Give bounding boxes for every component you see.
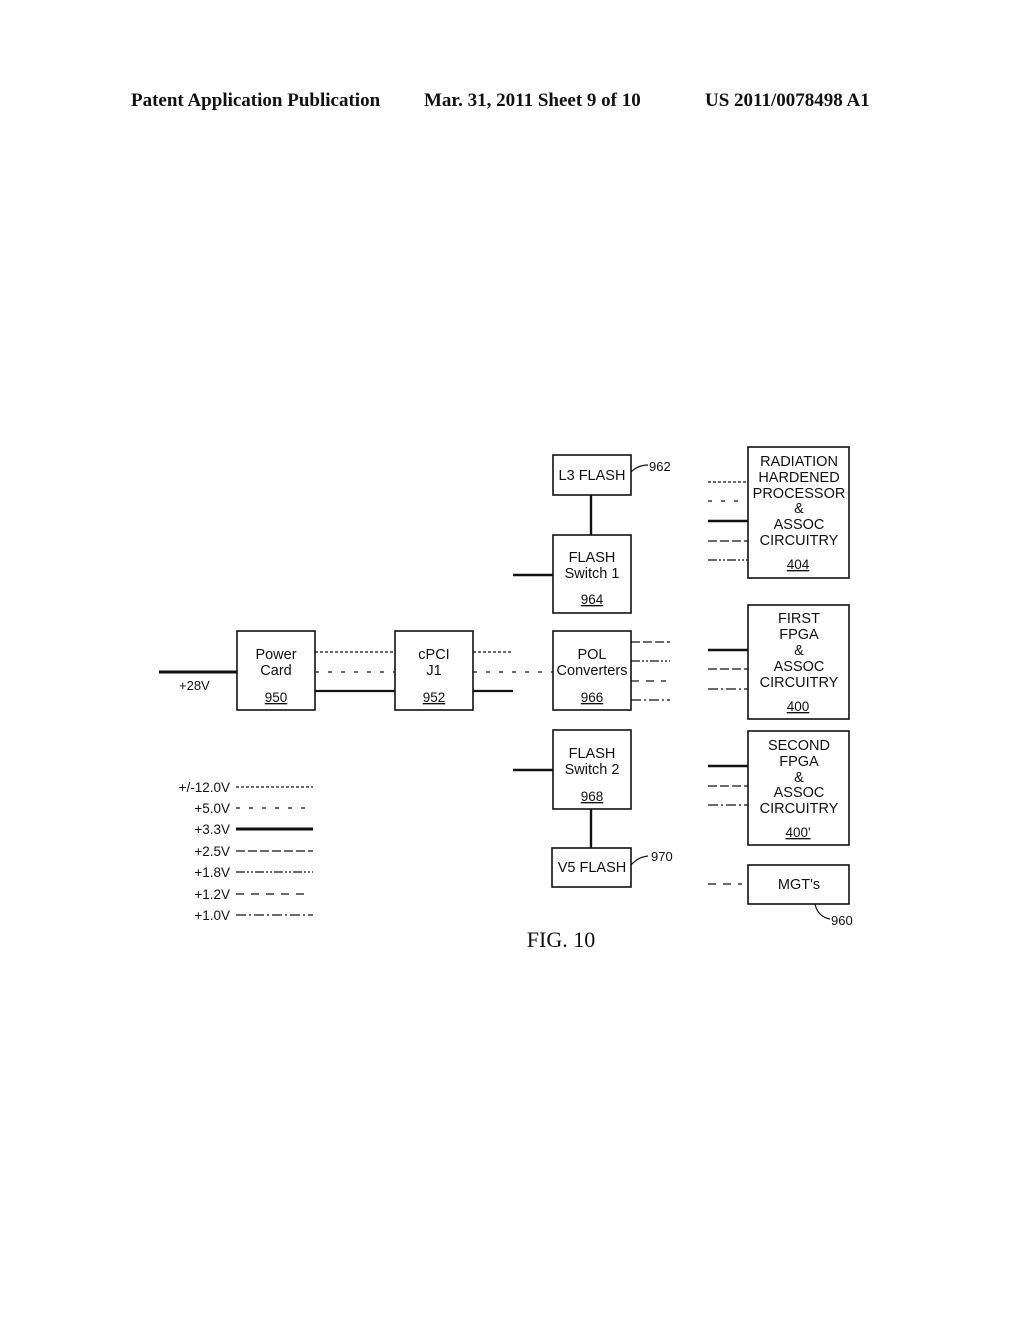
v5-flash-block: V5 FLASH bbox=[551, 847, 632, 888]
fpga2-ref: 400' bbox=[785, 825, 810, 840]
figure-label: FIG. 10 bbox=[527, 927, 595, 952]
mgt-ref: 960 bbox=[831, 913, 853, 928]
voltage-legend: +/-12.0V +5.0V +3.3V +2.5V +1.8V +1.2V +… bbox=[179, 780, 313, 923]
pol-line2: Converters bbox=[557, 663, 628, 679]
fpga2-line4: ASSOC bbox=[774, 785, 825, 801]
second-fpga-block: SECOND FPGA & ASSOC CIRCUITRY 400' bbox=[747, 730, 850, 846]
fpga1-ref: 400 bbox=[787, 699, 810, 714]
l3-flash-label: L3 FLASH bbox=[559, 468, 626, 484]
power-distribution-diagram: +28V Power Card 950 cPCI J1 952 L3 FLASH… bbox=[159, 446, 853, 952]
power-card-line2: Card bbox=[260, 663, 291, 679]
rad-ref: 404 bbox=[787, 557, 810, 572]
rad-line1: RADIATION bbox=[760, 454, 838, 470]
legend-label-2v5: +2.5V bbox=[194, 844, 230, 859]
mgt-block: MGT's bbox=[747, 864, 850, 905]
cpci-ref: 952 bbox=[423, 690, 446, 705]
pol-ref: 966 bbox=[581, 690, 604, 705]
l3-flash-ref: 962 bbox=[649, 459, 671, 474]
legend-label-1v8: +1.8V bbox=[194, 865, 230, 880]
fpga1-line4: ASSOC bbox=[774, 659, 825, 675]
pol-line1: POL bbox=[577, 647, 606, 663]
power-card-line1: Power bbox=[255, 647, 296, 663]
fpga2-line5: CIRCUITRY bbox=[760, 801, 839, 817]
fpga2-line2: FPGA bbox=[779, 754, 819, 770]
rad-hardened-processor-block: RADIATION HARDENED PROCESSOR & ASSOC CIR… bbox=[747, 446, 850, 579]
flash-switch-1-block: FLASH Switch 1 964 bbox=[552, 534, 632, 614]
first-fpga-block: FIRST FPGA & ASSOC CIRCUITRY 400 bbox=[747, 604, 850, 720]
switch2-ref: 968 bbox=[581, 789, 604, 804]
cpci-line2: J1 bbox=[426, 663, 441, 679]
fpga2-line1: SECOND bbox=[768, 738, 830, 754]
switch1-line1: FLASH bbox=[569, 550, 616, 566]
l3-flash-block: L3 FLASH bbox=[552, 454, 632, 496]
legend-label-3v3: +3.3V bbox=[194, 822, 230, 837]
v5-flash-leader bbox=[630, 855, 649, 866]
cpci-line1: cPCI bbox=[418, 647, 449, 663]
input-28v-label: +28V bbox=[179, 678, 210, 693]
mgt-label: MGT's bbox=[778, 877, 820, 893]
switch2-line2: Switch 2 bbox=[565, 762, 620, 778]
switch1-ref: 964 bbox=[581, 592, 604, 607]
fpga1-line1: FIRST bbox=[778, 611, 820, 627]
fpga2-line3: & bbox=[794, 770, 804, 786]
legend-label-12v: +/-12.0V bbox=[179, 780, 230, 795]
fpga1-line3: & bbox=[794, 643, 804, 659]
pol-converters-block: POL Converters 966 bbox=[552, 630, 632, 711]
legend-label-1v0: +1.0V bbox=[194, 908, 230, 923]
rad-line6: CIRCUITRY bbox=[760, 533, 839, 549]
fpga1-line2: FPGA bbox=[779, 627, 819, 643]
switch2-line1: FLASH bbox=[569, 746, 616, 762]
legend-label-5v: +5.0V bbox=[194, 801, 230, 816]
v5-flash-label: V5 FLASH bbox=[558, 860, 627, 876]
rad-line5: ASSOC bbox=[774, 517, 825, 533]
rad-line3: PROCESSOR bbox=[753, 486, 846, 502]
cpci-j1-block: cPCI J1 952 bbox=[394, 630, 474, 711]
l3-flash-leader bbox=[630, 464, 649, 473]
power-card-block: Power Card 950 bbox=[236, 630, 316, 711]
flash-switch-2-block: FLASH Switch 2 968 bbox=[552, 729, 632, 810]
v5-flash-ref: 970 bbox=[651, 849, 673, 864]
legend-label-1v2: +1.2V bbox=[194, 887, 230, 902]
rad-line2: HARDENED bbox=[758, 470, 839, 486]
power-card-ref: 950 bbox=[265, 690, 288, 705]
mgt-leader bbox=[814, 903, 831, 920]
fpga1-line5: CIRCUITRY bbox=[760, 675, 839, 691]
rad-line4: & bbox=[794, 501, 804, 517]
switch1-line2: Switch 1 bbox=[565, 566, 620, 582]
